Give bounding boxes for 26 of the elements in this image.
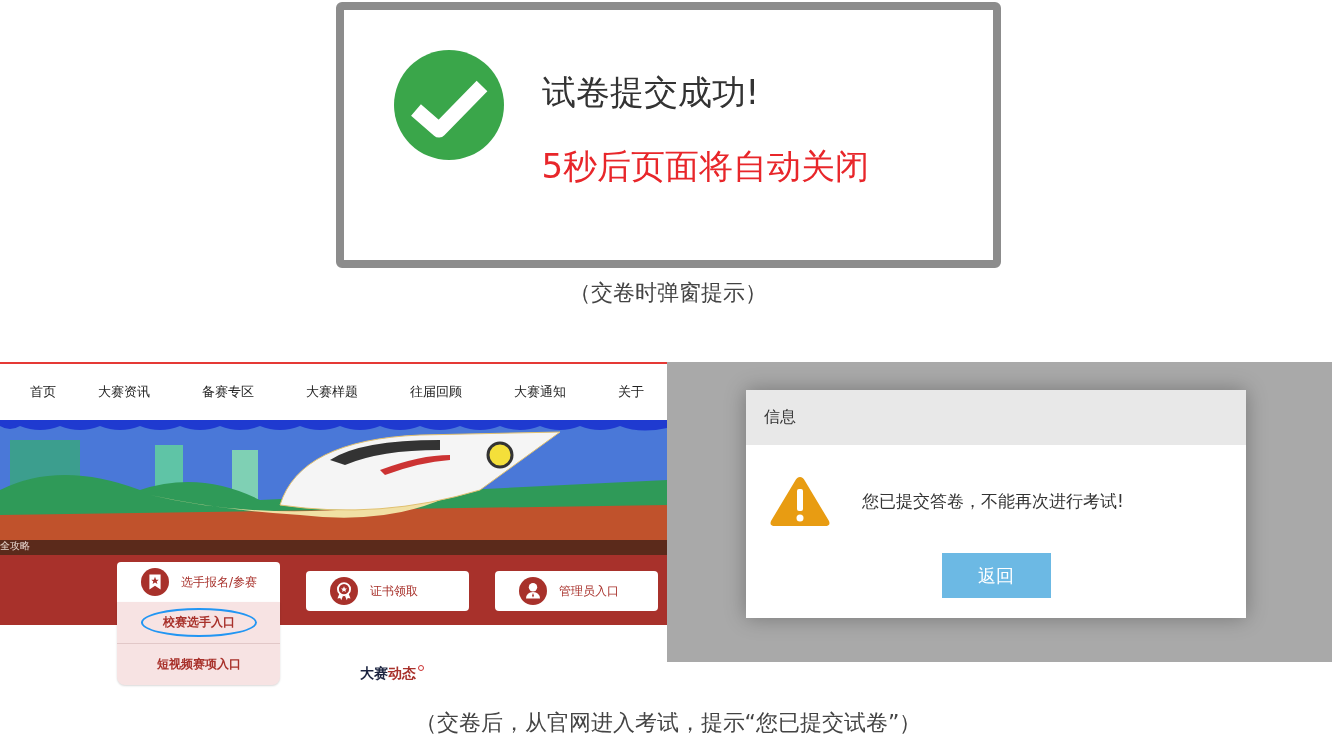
button-label: 管理员入口 <box>559 582 619 600</box>
button-label: 证书领取 <box>370 582 418 600</box>
entry-button[interactable]: 选手报名/参赛 <box>117 562 280 602</box>
nav-link[interactable]: 大赛通知 <box>514 383 578 401</box>
nav-link[interactable]: 关于 <box>618 383 667 401</box>
dropdown-item[interactable]: 校赛选手入口 <box>140 608 257 637</box>
nav-link[interactable]: 大赛资讯 <box>98 383 162 401</box>
dialog-title: 信息 <box>764 407 796 428</box>
check-circle-icon <box>393 50 504 160</box>
dialog-message: 您已提交答卷，不能再次进行考试! <box>862 489 1124 513</box>
nav-link[interactable]: 首页 <box>30 383 58 401</box>
caption: （交卷时弹窗提示） <box>569 279 767 307</box>
nav-link[interactable]: 大赛样题 <box>306 383 370 401</box>
person-icon <box>519 577 547 605</box>
countdown-message: 5秒后页面将自动关闭 <box>541 145 870 188</box>
banner-caption: 全攻略 <box>0 539 30 553</box>
section-heading: 大赛动态 <box>360 665 416 683</box>
button-label: 选手报名/参赛 <box>181 573 258 591</box>
popup-message: 试卷提交成功! <box>541 71 761 114</box>
caption: （交卷后，从官网进入考试，提示“您已提交试卷”） <box>414 709 922 737</box>
entry-button[interactable]: 证书领取 <box>306 571 469 611</box>
nav-link[interactable]: 往届回顾 <box>410 383 474 401</box>
entry-button[interactable]: 管理员入口 <box>495 571 658 611</box>
dropdown-item[interactable]: 短视频赛项入口 <box>134 650 263 679</box>
nav-link[interactable]: 备赛专区 <box>202 383 266 401</box>
medal-icon <box>330 577 358 605</box>
